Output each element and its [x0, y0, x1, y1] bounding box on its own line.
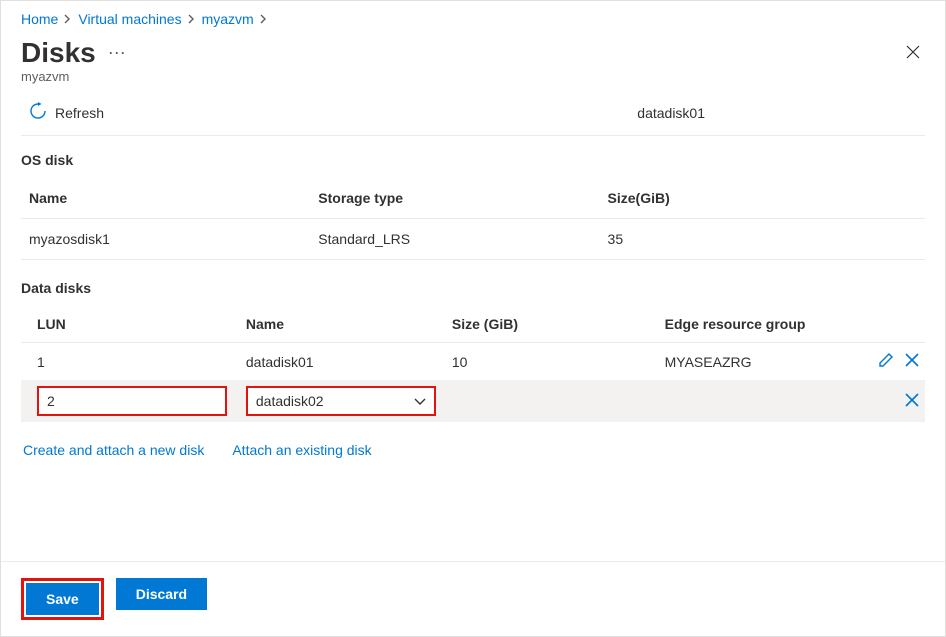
os-disk-row: myazosdisk1 Standard_LRS 35 — [21, 219, 925, 260]
data-disks-table: LUN Name Size (GiB) Edge resource group … — [21, 306, 925, 422]
data-disk-name: datadisk01 — [238, 343, 444, 381]
remove-new-disk-button[interactable] — [903, 391, 921, 412]
refresh-button[interactable]: Refresh — [29, 102, 104, 123]
footer: Save Discard — [1, 561, 945, 636]
discard-button[interactable]: Discard — [116, 578, 207, 610]
info-disk-label: datadisk01 — [637, 105, 705, 121]
data-disk-lun: 1 — [21, 343, 238, 381]
create-attach-new-disk-link[interactable]: Create and attach a new disk — [23, 442, 204, 458]
disk-name-select-value: datadisk02 — [256, 393, 324, 409]
data-disk-size: 10 — [444, 343, 657, 381]
edit-disk-button[interactable] — [877, 351, 895, 372]
lun-input-value: 2 — [47, 393, 55, 409]
os-disk-section-title: OS disk — [21, 152, 925, 168]
os-disk-name: myazosdisk1 — [21, 219, 310, 260]
chevron-right-icon — [64, 11, 72, 27]
lun-input[interactable]: 2 — [37, 386, 227, 416]
delete-disk-button[interactable] — [903, 351, 921, 372]
dd-col-name: Name — [238, 306, 444, 343]
data-disks-section-title: Data disks — [21, 280, 925, 296]
dd-col-size: Size (GiB) — [444, 306, 657, 343]
os-disk-table: Name Storage type Size(GiB) myazosdisk1 … — [21, 178, 925, 260]
chevron-right-icon — [260, 11, 268, 27]
os-col-size: Size(GiB) — [600, 178, 925, 219]
save-button[interactable]: Save — [26, 583, 99, 615]
os-disk-size: 35 — [600, 219, 925, 260]
page-subtitle: myazvm — [21, 69, 925, 84]
os-col-name: Name — [21, 178, 310, 219]
refresh-label: Refresh — [55, 105, 104, 121]
breadcrumb-home[interactable]: Home — [21, 11, 58, 27]
page-title: Disks — [21, 37, 96, 69]
os-col-storage-type: Storage type — [310, 178, 599, 219]
more-menu-button[interactable]: ··· — [108, 42, 126, 63]
dd-col-erg: Edge resource group — [657, 306, 853, 343]
os-disk-storage-type: Standard_LRS — [310, 219, 599, 260]
chevron-down-icon — [414, 393, 426, 409]
data-disk-editing-row: 2 datadisk02 — [21, 380, 925, 422]
breadcrumb: Home Virtual machines myazvm — [21, 11, 925, 27]
chevron-right-icon — [188, 11, 196, 27]
data-disk-erg: MYASEAZRG — [657, 343, 853, 381]
refresh-icon — [29, 102, 47, 123]
close-button[interactable] — [901, 40, 925, 67]
breadcrumb-vm[interactable]: myazvm — [202, 11, 254, 27]
dd-col-lun: LUN — [21, 306, 238, 343]
data-disk-row: 1 datadisk01 10 MYASEAZRG — [21, 343, 925, 381]
attach-existing-disk-link[interactable]: Attach an existing disk — [232, 442, 371, 458]
breadcrumb-vms[interactable]: Virtual machines — [78, 11, 181, 27]
disk-name-select[interactable]: datadisk02 — [246, 386, 436, 416]
